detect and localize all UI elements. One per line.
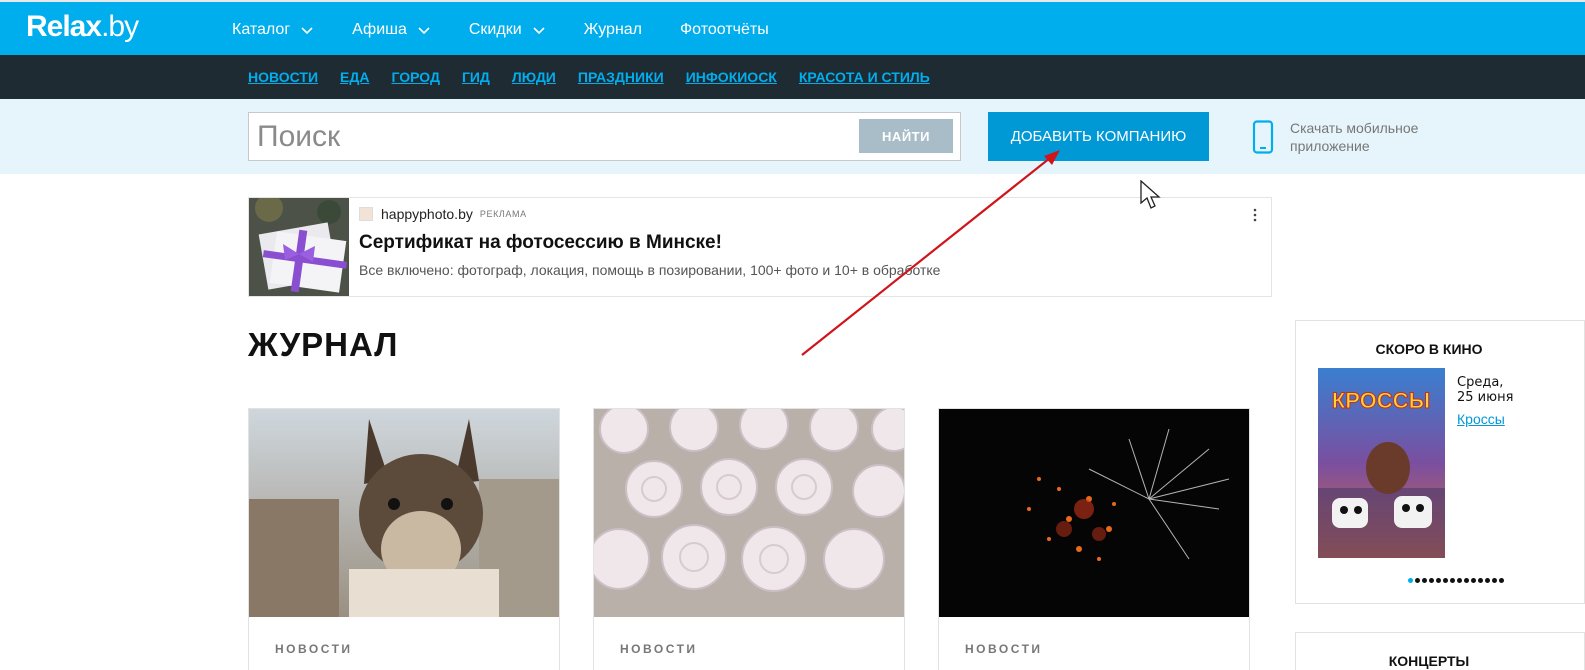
carousel-dot[interactable] <box>1450 578 1455 583</box>
article-image-fireworks <box>939 409 1249 617</box>
ad-source: happyphoto.by РЕКЛАМА <box>359 206 527 222</box>
more-vertical-icon[interactable] <box>1253 208 1257 222</box>
carousel-dot[interactable] <box>1422 578 1427 583</box>
carousel-dot[interactable] <box>1408 578 1413 583</box>
search-box: НАЙТИ <box>248 112 961 161</box>
nav-label: Журнал <box>583 20 643 38</box>
release-day: 25 июня <box>1457 390 1514 405</box>
carousel-dot[interactable] <box>1443 578 1448 583</box>
poster-title: КРОССЫ <box>1332 388 1430 413</box>
logo-text: Relax <box>26 10 102 43</box>
ad-banner[interactable]: happyphoto.by РЕКЛАМА Сертификат на фото… <box>248 197 1272 297</box>
article-card[interactable]: НОВОСТИ <box>248 408 560 670</box>
nav-label: Афиша <box>352 20 407 38</box>
carousel-dot[interactable] <box>1471 578 1476 583</box>
carousel-dots[interactable] <box>1408 578 1506 583</box>
cinema-title: СКОРО В КИНО <box>1375 341 1483 357</box>
carousel-dot[interactable] <box>1485 578 1490 583</box>
release-date: Среда, 25 июня <box>1457 375 1513 405</box>
subnav-beauty[interactable]: КРАСОТА И СТИЛЬ <box>799 69 930 85</box>
carousel-dot[interactable] <box>1499 578 1504 583</box>
nav-label: Каталог <box>232 20 291 38</box>
logo-suffix: .by <box>101 10 139 43</box>
article-tag: НОВОСТИ <box>620 642 698 656</box>
subnav-news[interactable]: НОВОСТИ <box>248 69 318 85</box>
carousel-dot[interactable] <box>1464 578 1469 583</box>
ad-description: Все включено: фотограф, локация, помощь … <box>359 262 941 278</box>
carousel-dot[interactable] <box>1457 578 1462 583</box>
chevron-down-icon <box>532 23 546 37</box>
movie-link[interactable]: Кроссы <box>1457 411 1505 427</box>
ad-source-name: happyphoto.by <box>381 206 473 222</box>
mouse-cursor-icon <box>1140 179 1162 210</box>
article-image-llama <box>249 409 559 617</box>
mobile-app-link[interactable]: Скачать мобильное приложение <box>1252 119 1440 155</box>
release-weekday: Среда, <box>1457 375 1504 390</box>
carousel-dot[interactable] <box>1436 578 1441 583</box>
nav-item-afisha[interactable]: Афиша <box>352 21 431 39</box>
carousel-dot[interactable] <box>1429 578 1434 583</box>
cinema-widget: СКОРО В КИНО КРОССЫ Среда, 25 июня Кросс… <box>1295 320 1585 604</box>
journal-subnav: НОВОСТИ ЕДА ГОРОД ГИД ЛЮДИ ПРАЗДНИКИ ИНФ… <box>248 55 952 99</box>
nav-item-photoreports[interactable]: Фотоотчёты <box>680 21 769 39</box>
carousel-dot[interactable] <box>1492 578 1497 583</box>
subnav-food[interactable]: ЕДА <box>340 69 369 85</box>
nav-item-journal[interactable]: Журнал <box>584 21 642 39</box>
add-company-button[interactable]: ДОБАВИТЬ КОМПАНИЮ <box>988 112 1209 161</box>
subnav-infokiosk[interactable]: ИНФОКИОСК <box>686 69 777 85</box>
ad-badge: РЕКЛАМА <box>479 209 527 219</box>
article-tag: НОВОСТИ <box>965 642 1043 656</box>
main-nav: Каталог Афиша Скидки Журнал Фотоотчёты <box>232 2 807 57</box>
carousel-dot[interactable] <box>1478 578 1483 583</box>
ad-title: Сертификат на фотосессию в Минске! <box>359 232 722 253</box>
subnav-city[interactable]: ГОРОД <box>391 69 439 85</box>
site-logo[interactable]: Relax.by <box>26 10 139 44</box>
search-band: НАЙТИ ДОБАВИТЬ КОМПАНИЮ Скачать мобильно… <box>0 99 1585 174</box>
favicon-icon <box>359 207 373 221</box>
nav-label: Фотоотчёты <box>680 20 769 38</box>
article-tag: НОВОСТИ <box>275 642 353 656</box>
article-card[interactable]: НОВОСТИ <box>593 408 905 670</box>
nav-label: Скидки <box>468 20 522 38</box>
movie-poster[interactable]: КРОССЫ <box>1318 368 1445 558</box>
mobile-app-text: Скачать мобильное приложение <box>1290 120 1419 154</box>
article-image-meringue <box>594 409 904 617</box>
nav-item-catalog[interactable]: Каталог <box>232 21 314 39</box>
search-input[interactable] <box>257 117 847 157</box>
concerts-widget: КОНЦЕРТЫ <box>1295 632 1585 670</box>
concerts-title: КОНЦЕРТЫ <box>1388 653 1470 669</box>
subnav-people[interactable]: ЛЮДИ <box>512 69 556 85</box>
chevron-down-icon <box>300 23 314 37</box>
top-header: Relax.by Каталог Афиша Скидки Журнал Фот… <box>0 0 1585 55</box>
carousel-dot[interactable] <box>1415 578 1420 583</box>
nav-item-discounts[interactable]: Скидки <box>469 21 546 39</box>
chevron-down-icon <box>417 23 431 37</box>
smartphone-icon <box>1252 120 1274 154</box>
search-button[interactable]: НАЙТИ <box>859 119 953 153</box>
subnav-holidays[interactable]: ПРАЗДНИКИ <box>578 69 664 85</box>
sub-header: НОВОСТИ ЕДА ГОРОД ГИД ЛЮДИ ПРАЗДНИКИ ИНФ… <box>0 55 1585 99</box>
section-title: ЖУРНАЛ <box>248 326 399 363</box>
subnav-guide[interactable]: ГИД <box>462 69 490 85</box>
article-card[interactable]: НОВОСТИ <box>938 408 1250 670</box>
ad-image <box>249 198 349 296</box>
